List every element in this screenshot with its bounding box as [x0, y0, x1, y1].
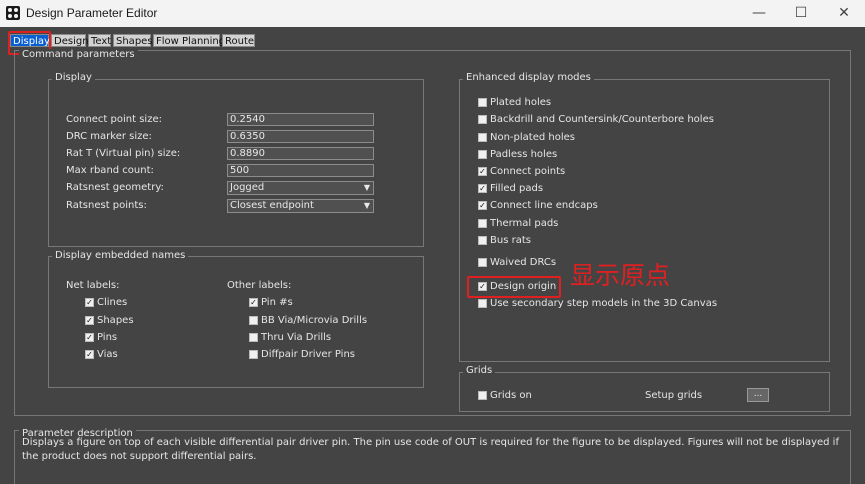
drc-marker-size-input[interactable]: 0.6350 — [227, 130, 374, 143]
tab-route[interactable]: Route — [222, 34, 255, 47]
annotation-design-origin: 显示原点 — [570, 261, 671, 290]
close-icon[interactable]: ✕ — [829, 3, 859, 23]
bus-rats-label: Bus rats — [490, 235, 531, 246]
display-group-legend: Display — [52, 72, 95, 83]
padless-holes-checkbox[interactable] — [478, 150, 487, 159]
thermal-pads-label: Thermal pads — [490, 218, 559, 229]
secondary-step-models-checkbox[interactable] — [478, 299, 487, 308]
bb-via-drills-checkbox[interactable] — [249, 316, 258, 325]
window-title: Design Parameter Editor — [26, 6, 158, 20]
grids-on-label: Grids on — [490, 390, 532, 401]
vias-checkbox[interactable]: ✓ — [85, 350, 94, 359]
connect-points-checkbox[interactable]: ✓ — [478, 167, 487, 176]
command-parameters-legend: Command parameters — [19, 49, 138, 60]
diffpair-driver-pins-label: Diffpair Driver Pins — [261, 349, 355, 360]
secondary-step-models-label: Use secondary step models in the 3D Canv… — [490, 298, 718, 309]
bb-via-drills-label: BB Via/Microvia Drills — [261, 315, 368, 326]
clines-label: Clines — [97, 297, 128, 308]
plated-holes-label: Plated holes — [490, 97, 552, 108]
connect-line-endcaps-label: Connect line endcaps — [490, 200, 598, 211]
backdrill-holes-checkbox[interactable] — [478, 115, 487, 124]
thru-via-drills-checkbox[interactable] — [249, 333, 258, 342]
pin-numbers-checkbox[interactable]: ✓ — [249, 298, 258, 307]
grids-on-checkbox[interactable] — [478, 391, 487, 400]
embedded-names-legend: Display embedded names — [52, 250, 189, 261]
parameter-description-text: Displays a figure on top of each visible… — [22, 437, 839, 462]
highlight-box-design-origin — [467, 276, 561, 298]
padless-holes-label: Padless holes — [490, 149, 558, 160]
clines-checkbox[interactable]: ✓ — [85, 298, 94, 307]
filled-pads-label: Filled pads — [490, 183, 544, 194]
drc-marker-size-label: DRC marker size: — [66, 131, 152, 142]
diffpair-driver-pins-checkbox[interactable] — [249, 350, 258, 359]
connect-line-endcaps-checkbox[interactable]: ✓ — [478, 201, 487, 210]
filled-pads-checkbox[interactable]: ✓ — [478, 184, 487, 193]
rat-t-size-input[interactable]: 0.8890 — [227, 147, 374, 160]
tab-bar: Display Design Text Shapes Flow Planning… — [0, 27, 865, 47]
other-labels-title: Other labels: — [227, 280, 292, 291]
backdrill-holes-label: Backdrill and Countersink/Counterbore ho… — [490, 114, 714, 125]
tab-text[interactable]: Text — [88, 34, 111, 47]
pin-numbers-label: Pin #s — [261, 297, 293, 308]
pins-checkbox[interactable]: ✓ — [85, 333, 94, 342]
grids-legend: Grids — [463, 365, 496, 376]
thermal-pads-checkbox[interactable] — [478, 219, 487, 228]
max-rband-count-label: Max rband count: — [66, 165, 154, 176]
plated-holes-checkbox[interactable] — [478, 98, 487, 107]
app-icon — [6, 6, 20, 20]
rat-t-size-label: Rat T (Virtual pin) size: — [66, 148, 181, 159]
ratsnest-points-value: Closest endpoint — [230, 200, 314, 211]
dropdown-arrow-icon: ▼ — [363, 183, 370, 192]
maximize-icon[interactable]: ☐ — [786, 3, 816, 23]
shapes-checkbox[interactable]: ✓ — [85, 316, 94, 325]
ratsnest-points-select[interactable]: Closest endpoint ▼ — [227, 199, 374, 213]
connect-point-size-label: Connect point size: — [66, 114, 162, 125]
enhanced-display-modes-legend: Enhanced display modes — [463, 72, 594, 83]
ratsnest-geometry-value: Jogged — [230, 182, 265, 193]
tab-flow-planning[interactable]: Flow Planning — [153, 34, 225, 47]
setup-grids-label: Setup grids — [645, 390, 703, 401]
ratsnest-points-label: Ratsnest points: — [66, 200, 147, 211]
shapes-label: Shapes — [97, 315, 134, 326]
waived-drcs-checkbox[interactable] — [478, 258, 487, 267]
ratsnest-geometry-label: Ratsnest geometry: — [66, 182, 164, 193]
net-labels-title: Net labels: — [66, 280, 120, 291]
connect-points-label: Connect points — [490, 166, 566, 177]
thru-via-drills-label: Thru Via Drills — [261, 332, 332, 343]
display-group — [48, 79, 424, 247]
minimize-icon[interactable]: — — [744, 3, 774, 23]
setup-grids-button[interactable]: ... — [747, 388, 769, 402]
tab-shapes[interactable]: Shapes — [113, 34, 153, 47]
bus-rats-checkbox[interactable] — [478, 236, 487, 245]
non-plated-holes-checkbox[interactable] — [478, 133, 487, 142]
non-plated-holes-label: Non-plated holes — [490, 132, 575, 143]
tab-design[interactable]: Design — [51, 34, 89, 47]
ratsnest-geometry-select[interactable]: Jogged ▼ — [227, 181, 374, 195]
pins-label: Pins — [97, 332, 118, 343]
connect-point-size-input[interactable]: 0.2540 — [227, 113, 374, 126]
max-rband-count-input[interactable]: 500 — [227, 164, 374, 177]
title-bar: Design Parameter Editor — ☐ ✕ — [0, 0, 865, 27]
vias-label: Vias — [97, 349, 118, 360]
dropdown-arrow-icon: ▼ — [363, 201, 370, 210]
waived-drcs-label: Waived DRCs — [490, 257, 557, 268]
